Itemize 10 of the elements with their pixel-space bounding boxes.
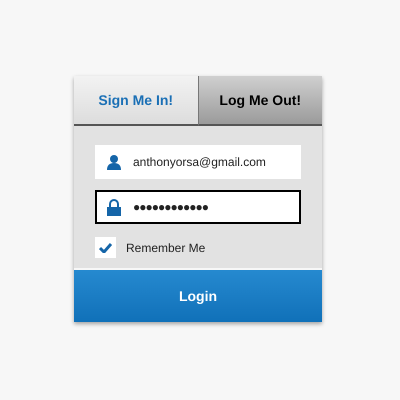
lock-icon xyxy=(107,198,121,216)
login-button[interactable]: Login xyxy=(74,270,322,322)
check-icon xyxy=(99,242,112,252)
tab[interactable]: Sign Me In! xyxy=(74,76,198,126)
user-icon xyxy=(107,154,121,170)
tab[interactable]: Log Me Out! xyxy=(198,76,322,126)
input-field[interactable]: anthonyorsa@gmail.com xyxy=(95,145,301,179)
checkbox[interactable] xyxy=(95,237,116,258)
remember-label: Remember Me xyxy=(126,240,206,256)
input-field[interactable]: ●●●●●●●●●●●● xyxy=(95,190,301,224)
